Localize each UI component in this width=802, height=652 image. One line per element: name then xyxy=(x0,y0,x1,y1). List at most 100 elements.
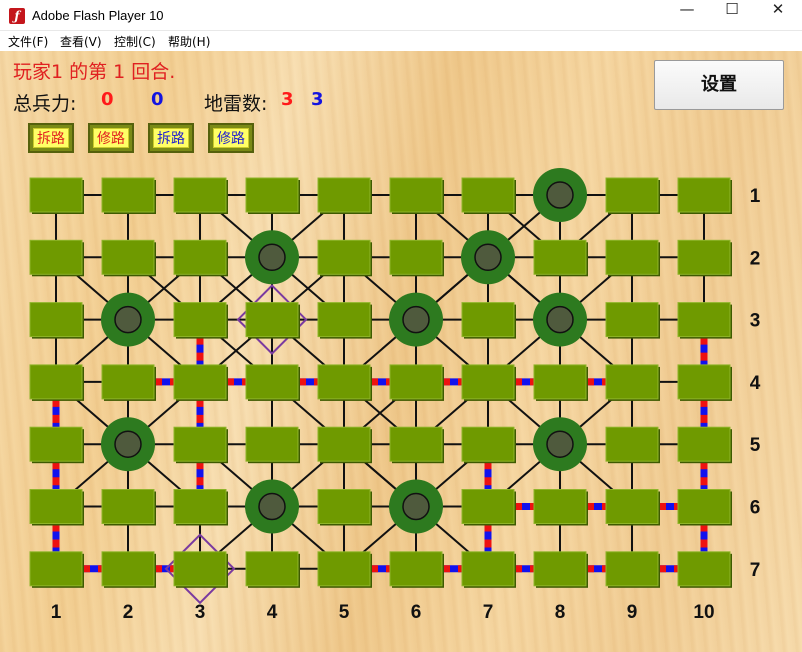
station-tile[interactable] xyxy=(389,364,444,401)
station-tile[interactable] xyxy=(173,551,228,588)
station-tile[interactable] xyxy=(389,239,444,277)
station-tile[interactable] xyxy=(173,364,228,401)
station-tile[interactable] xyxy=(461,364,516,401)
station-tile[interactable] xyxy=(101,489,156,526)
station-tile[interactable] xyxy=(245,551,300,588)
station-tile[interactable] xyxy=(29,364,84,401)
station-tile[interactable] xyxy=(389,426,444,464)
tile-face xyxy=(677,489,731,524)
station-tile[interactable] xyxy=(605,302,660,339)
station-tile[interactable] xyxy=(317,364,372,401)
tile-face xyxy=(389,177,443,213)
tile-face xyxy=(245,426,299,462)
flash-player-icon: ƒ xyxy=(9,8,25,24)
station-tile[interactable] xyxy=(245,302,300,339)
tile-face xyxy=(173,177,227,213)
station-tile[interactable] xyxy=(101,551,156,588)
station-tile[interactable] xyxy=(101,239,156,277)
station-tile[interactable] xyxy=(677,551,732,588)
station-tile[interactable] xyxy=(173,426,228,464)
station-tile[interactable] xyxy=(29,177,84,214)
station-tile[interactable] xyxy=(101,364,156,401)
station-tile[interactable] xyxy=(317,302,372,339)
station-tile[interactable] xyxy=(29,239,84,277)
station-tile[interactable] xyxy=(317,426,372,464)
station-tile[interactable] xyxy=(461,489,516,526)
station-tile[interactable] xyxy=(317,489,372,526)
station-tile[interactable] xyxy=(317,239,372,277)
tile-face xyxy=(173,239,227,275)
station-tile[interactable] xyxy=(605,177,660,214)
tile-face xyxy=(605,489,659,524)
station-tile[interactable] xyxy=(533,239,588,277)
station-tile[interactable] xyxy=(173,489,228,526)
camp-cell[interactable] xyxy=(461,230,515,285)
menu-bar: 文件(F) 查看(V) 控制(C) 帮助(H) xyxy=(0,31,802,51)
station-tile[interactable] xyxy=(605,364,660,401)
camp-cell[interactable] xyxy=(245,479,299,534)
station-tile[interactable] xyxy=(533,489,588,526)
tile-face xyxy=(29,177,83,213)
station-tile[interactable] xyxy=(605,426,660,464)
camp-cell[interactable] xyxy=(101,417,155,472)
station-tile[interactable] xyxy=(29,489,84,526)
station-tile[interactable] xyxy=(29,426,84,464)
camp-cell[interactable] xyxy=(533,168,587,222)
tile-face xyxy=(317,239,371,275)
station-tile[interactable] xyxy=(173,177,228,214)
camp-center xyxy=(258,243,286,272)
station-tile[interactable] xyxy=(245,426,300,464)
station-tile[interactable] xyxy=(605,489,660,526)
station-tile[interactable] xyxy=(245,177,300,214)
station-tile[interactable] xyxy=(677,364,732,401)
station-tile[interactable] xyxy=(677,489,732,526)
camp-cell[interactable] xyxy=(533,417,587,472)
row-label-1: 1 xyxy=(750,186,761,207)
station-tile[interactable] xyxy=(605,551,660,588)
station-tile[interactable] xyxy=(677,302,732,339)
station-tile[interactable] xyxy=(29,302,84,339)
row-label-6: 6 xyxy=(750,498,761,519)
window-titlebar: ƒ Adobe Flash Player 10 — ☐ ✕ xyxy=(0,0,802,31)
game-area: 玩家1 的第 1 回合. 总兵力: 0 0 地雷数: 3 3 设置 拆路 修路 … xyxy=(0,51,802,652)
menu-help[interactable]: 帮助(H) xyxy=(168,33,210,50)
camp-center xyxy=(546,305,574,334)
camp-cell[interactable] xyxy=(533,292,587,347)
station-tile[interactable] xyxy=(101,177,156,214)
menu-view[interactable]: 查看(V) xyxy=(60,33,102,50)
station-tile[interactable] xyxy=(29,551,84,588)
menu-file[interactable]: 文件(F) xyxy=(8,33,48,50)
menu-control[interactable]: 控制(C) xyxy=(114,33,156,50)
station-tile[interactable] xyxy=(461,551,516,588)
station-tile[interactable] xyxy=(677,426,732,464)
tile-face xyxy=(677,177,731,213)
station-tile[interactable] xyxy=(317,177,372,214)
camp-cell[interactable] xyxy=(101,292,155,347)
station-tile[interactable] xyxy=(461,177,516,214)
tile-face xyxy=(101,177,155,213)
station-tile[interactable] xyxy=(317,551,372,588)
game-board[interactable]: 1 2 3 4 5 6 7 8 9 10 1 2 3 4 5 6 7 xyxy=(0,51,802,652)
station-tile[interactable] xyxy=(677,239,732,277)
window-title: Adobe Flash Player 10 xyxy=(32,8,164,23)
station-tile[interactable] xyxy=(533,551,588,588)
camp-cell[interactable] xyxy=(389,479,443,534)
station-tile[interactable] xyxy=(389,551,444,588)
close-button[interactable]: ✕ xyxy=(755,0,801,31)
tile-face xyxy=(245,364,299,400)
station-tile[interactable] xyxy=(461,302,516,339)
station-tile[interactable] xyxy=(461,426,516,464)
station-tile[interactable] xyxy=(677,177,732,214)
station-tile[interactable] xyxy=(605,239,660,277)
station-tile[interactable] xyxy=(389,177,444,214)
maximize-button[interactable]: ☐ xyxy=(709,0,755,31)
station-tile[interactable] xyxy=(173,302,228,339)
tile-face xyxy=(101,489,155,524)
station-tile[interactable] xyxy=(533,364,588,401)
camp-cell[interactable] xyxy=(389,292,443,347)
minimize-button[interactable]: — xyxy=(664,0,710,31)
station-tile[interactable] xyxy=(173,239,228,277)
station-tile[interactable] xyxy=(245,364,300,401)
camp-cell[interactable] xyxy=(245,230,299,285)
column-label-4: 4 xyxy=(267,602,278,623)
